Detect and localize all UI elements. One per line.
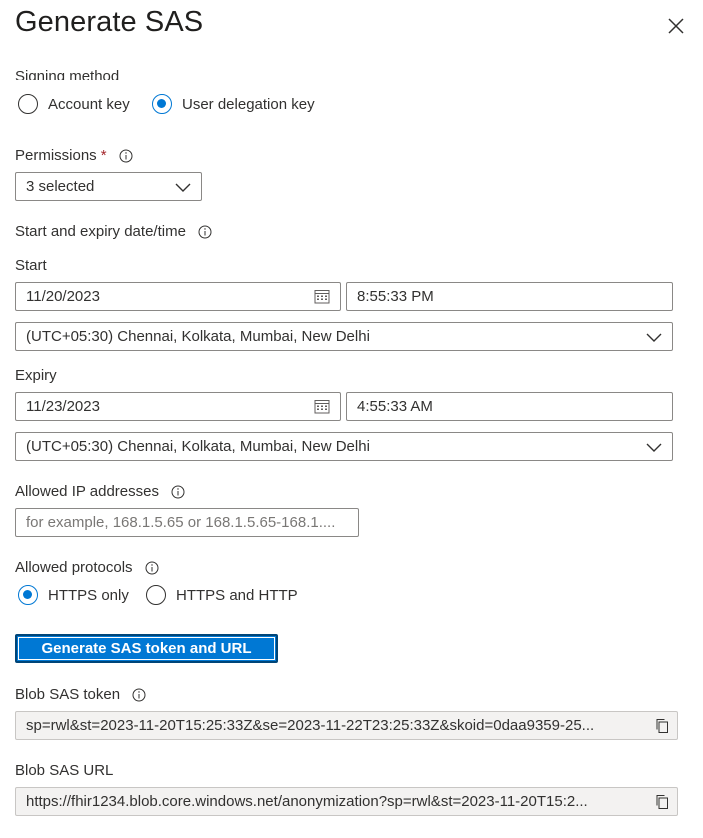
blob-sas-token-label: Blob SAS token xyxy=(15,686,146,703)
generate-sas-button[interactable]: Generate SAS token and URL xyxy=(15,634,278,663)
close-icon[interactable] xyxy=(664,14,688,38)
expiry-timezone-dropdown[interactable]: (UTC+05:30) Chennai, Kolkata, Mumbai, Ne… xyxy=(15,432,673,461)
info-icon[interactable] xyxy=(119,149,133,163)
user-delegation-key-radio[interactable] xyxy=(152,94,172,114)
signing-option-account-key[interactable]: Account key xyxy=(18,94,130,114)
allowed-protocols-label: Allowed protocols xyxy=(15,559,159,576)
https-and-http-radio[interactable] xyxy=(146,585,166,605)
user-delegation-key-label: User delegation key xyxy=(182,95,315,113)
blob-sas-token-field[interactable]: sp=rwl&st=2023-11-20T15:25:33Z&se=2023-1… xyxy=(15,711,678,740)
start-timezone-dropdown[interactable]: (UTC+05:30) Chennai, Kolkata, Mumbai, Ne… xyxy=(15,322,673,351)
signing-option-user-delegation-key[interactable]: User delegation key xyxy=(152,94,315,114)
expiry-time-input[interactable]: 4:55:33 AM xyxy=(346,392,673,421)
https-and-http-label: HTTPS and HTTP xyxy=(176,586,298,604)
https-only-radio[interactable] xyxy=(18,585,38,605)
info-icon[interactable] xyxy=(198,225,212,239)
expiry-date-picker[interactable]: 11/23/2023 xyxy=(15,392,341,421)
chevron-down-icon xyxy=(646,333,662,342)
allowed-ip-placeholder: for example, 168.1.5.65 or 168.1.5.65-16… xyxy=(26,514,336,531)
calendar-icon[interactable] xyxy=(314,289,330,304)
start-time-input[interactable]: 8:55:33 PM xyxy=(346,282,673,311)
expiry-time-value: 4:55:33 AM xyxy=(357,398,433,415)
chevron-down-icon xyxy=(175,183,191,192)
permissions-value: 3 selected xyxy=(26,178,95,195)
permissions-label: Permissions * xyxy=(15,147,133,164)
expiry-date-value: 11/23/2023 xyxy=(26,398,100,415)
https-only-label: HTTPS only xyxy=(48,586,129,604)
protocol-option-https-only[interactable]: HTTPS only xyxy=(18,585,129,605)
start-time-value: 8:55:33 PM xyxy=(357,288,434,305)
info-icon[interactable] xyxy=(145,561,159,575)
copy-icon[interactable] xyxy=(655,718,669,734)
allowed-ip-input[interactable]: for example, 168.1.5.65 or 168.1.5.65-16… xyxy=(15,508,359,537)
allowed-ip-label: Allowed IP addresses xyxy=(15,483,185,500)
blob-sas-url-value: https://fhir1234.blob.core.windows.net/a… xyxy=(26,793,588,810)
date-time-label: Start and expiry date/time xyxy=(15,223,212,240)
expiry-label: Expiry xyxy=(15,367,57,384)
permissions-dropdown[interactable]: 3 selected xyxy=(15,172,202,201)
info-icon[interactable] xyxy=(171,485,185,499)
copy-icon[interactable] xyxy=(655,794,669,810)
calendar-icon[interactable] xyxy=(314,399,330,414)
blob-sas-url-field[interactable]: https://fhir1234.blob.core.windows.net/a… xyxy=(15,787,678,816)
start-timezone-value: (UTC+05:30) Chennai, Kolkata, Mumbai, Ne… xyxy=(26,328,370,345)
account-key-label: Account key xyxy=(48,95,130,113)
blob-sas-url-label: Blob SAS URL xyxy=(15,762,114,779)
panel-title: Generate SAS xyxy=(15,6,204,38)
start-label: Start xyxy=(15,257,47,274)
start-date-value: 11/20/2023 xyxy=(26,288,100,305)
start-date-picker[interactable]: 11/20/2023 xyxy=(15,282,341,311)
blob-sas-token-value: sp=rwl&st=2023-11-20T15:25:33Z&se=2023-1… xyxy=(26,717,595,734)
protocol-option-https-and-http[interactable]: HTTPS and HTTP xyxy=(146,585,298,605)
expiry-timezone-value: (UTC+05:30) Chennai, Kolkata, Mumbai, Ne… xyxy=(26,438,370,455)
required-asterisk: * xyxy=(100,147,107,164)
chevron-down-icon xyxy=(646,443,662,452)
signing-method-label: Signing method xyxy=(15,68,120,80)
info-icon[interactable] xyxy=(132,688,146,702)
account-key-radio[interactable] xyxy=(18,94,38,114)
